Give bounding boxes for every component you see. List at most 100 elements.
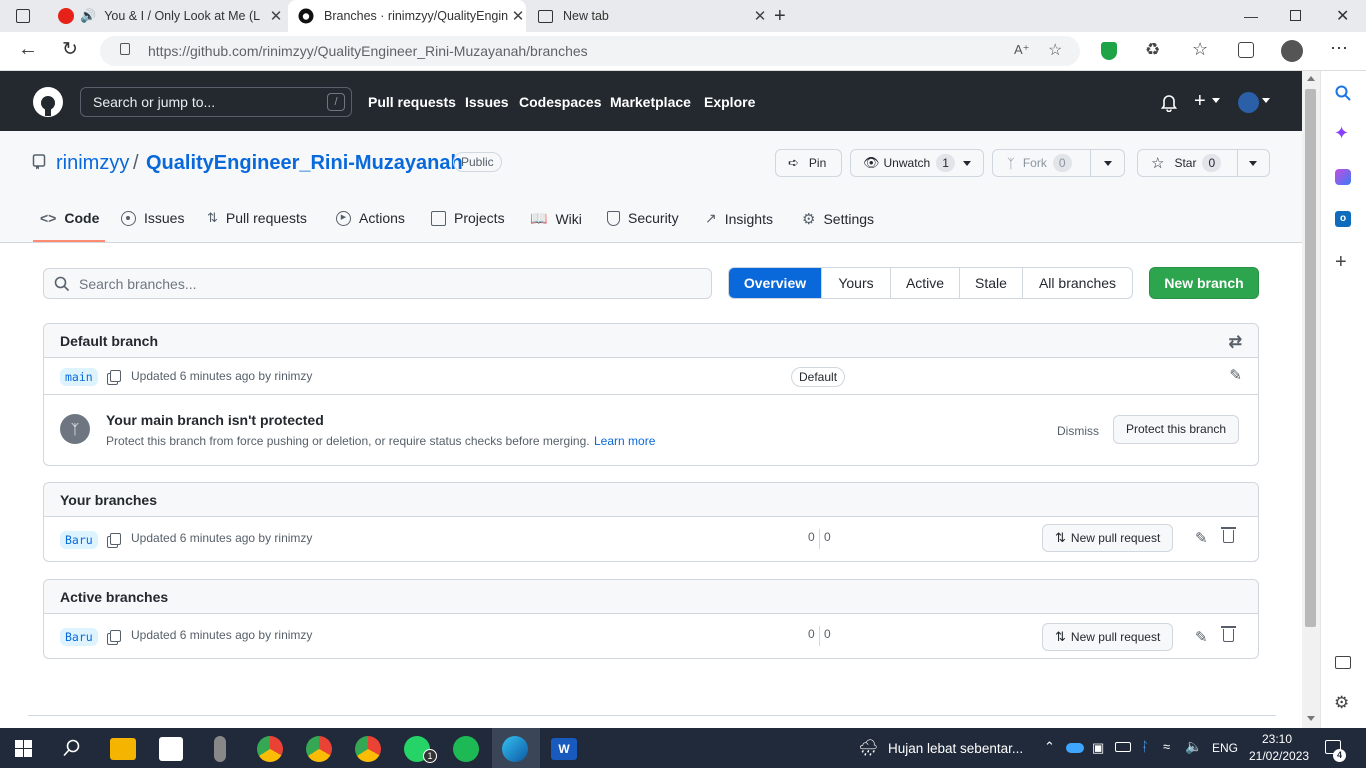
onedrive-icon[interactable] [1066,743,1084,753]
chevron-down-icon[interactable] [1249,161,1257,166]
pencil-icon[interactable]: ✎ [1195,628,1208,646]
new-branch-button[interactable]: New branch [1149,267,1259,299]
copy-icon[interactable] [110,370,121,382]
tab-music[interactable]: 🔊 You & I / Only Look at Me (L ✕ [52,0,284,32]
scroll-down-arrow-icon[interactable] [1307,716,1315,721]
word-icon[interactable]: W [551,738,577,760]
tab-wiki[interactable]: 📖 Wiki [530,210,582,227]
filter-yours[interactable]: Yours [821,268,890,298]
tab-new[interactable]: New tab ✕ [530,0,768,32]
microphone-app-icon[interactable] [214,736,226,762]
clock-date[interactable]: 21/02/2023 [1249,749,1309,763]
refresh-icon[interactable]: ↻ [62,38,78,61]
shield-extension-icon[interactable] [1101,42,1117,60]
favorite-add-icon[interactable]: ☆ [1048,40,1062,60]
star-button[interactable]: ☆ Star 0 [1137,149,1270,177]
office-icon[interactable] [1335,169,1351,185]
nav-marketplace[interactable]: Marketplace [610,94,691,110]
filter-overview[interactable]: Overview [729,268,821,298]
collections-icon[interactable] [1238,42,1254,58]
sidebar-toggle-icon[interactable] [1335,656,1351,669]
chrome-icon[interactable] [257,736,283,762]
bell-icon[interactable] [1161,94,1177,112]
repo-owner-link[interactable]: rinimzyy [56,152,129,175]
tab-settings[interactable]: ⚙ Settings [802,210,874,228]
dismiss-link[interactable]: Dismiss [1057,424,1099,438]
chrome-icon[interactable] [306,736,332,762]
windows-start-icon[interactable] [15,740,32,757]
bluetooth-icon[interactable]: ᛛ [1141,739,1149,754]
url-text[interactable]: https://github.com/rinimzyy/QualityEngin… [148,43,588,59]
store-icon[interactable] [159,737,183,761]
trash-icon[interactable] [1221,626,1236,642]
protect-branch-button[interactable]: Protect this branch [1113,415,1240,444]
branch-name-link[interactable]: main [60,368,98,386]
pencil-icon[interactable]: ✎ [1229,366,1242,384]
search-icon[interactable] [63,739,81,757]
new-pull-request-button[interactable]: ⇅ New pull request [1042,524,1174,552]
url-box[interactable]: https://github.com/rinimzyy/QualityEngin… [100,36,1080,66]
learn-more-link[interactable]: Learn more [594,434,655,448]
tab-branches[interactable]: Branches · rinimzyy/QualityEngin ✕ [288,0,526,32]
nav-pull-requests[interactable]: Pull requests [368,94,456,110]
tab-actions-icon[interactable] [16,9,30,23]
github-logo-icon[interactable] [32,86,64,118]
tab-issues[interactable]: Issues [121,210,184,226]
nav-codespaces[interactable]: Codespaces [519,94,601,110]
weather-text[interactable]: Hujan lebat sebentar... [888,741,1023,756]
extensions-icon[interactable]: ♻ [1145,40,1160,60]
tab-code[interactable]: <> Code [40,210,99,226]
tab-actions[interactable]: ▶ Actions [336,210,405,226]
copy-icon[interactable] [110,630,121,642]
battery-icon[interactable] [1115,742,1131,752]
filter-active[interactable]: Active [890,268,959,298]
branch-name-link[interactable]: Baru [60,628,98,646]
fork-button[interactable]: ᛉ Fork 0 [992,149,1125,177]
close-tab-icon[interactable]: ✕ [752,7,768,25]
branch-name-link[interactable]: Baru [60,531,98,549]
lock-icon[interactable] [120,43,130,55]
new-pull-request-button[interactable]: ⇅ New pull request [1042,623,1174,651]
switch-default-branch-icon[interactable]: ⇄ [1229,332,1242,352]
filter-stale[interactable]: Stale [959,268,1022,298]
chevron-down-icon[interactable] [1262,98,1270,103]
minimize-icon[interactable]: — [1244,8,1258,24]
global-search-input[interactable]: Search or jump to... / [80,87,352,117]
close-tab-icon[interactable]: ✕ [510,7,526,25]
pin-button[interactable]: ➪ Pin [775,149,842,177]
create-new-plus-icon[interactable]: + [1194,90,1206,113]
device-icon[interactable]: ▣ [1092,740,1104,756]
unwatch-button[interactable]: 👁 Unwatch 1 [850,149,984,177]
chevron-up-icon[interactable]: ⌃ [1044,739,1055,755]
wifi-icon[interactable]: ≈ [1163,739,1170,754]
pencil-icon[interactable]: ✎ [1195,529,1208,547]
sparkle-icon[interactable]: ✦ [1334,123,1349,144]
filter-all-branches[interactable]: All branches [1022,268,1132,298]
close-window-icon[interactable]: ✕ [1336,6,1349,26]
gear-icon[interactable]: ⚙ [1334,693,1349,713]
more-menu-icon[interactable]: ⋯ [1330,38,1348,59]
file-explorer-icon[interactable] [110,738,136,760]
scrollbar-thumb[interactable] [1305,89,1316,627]
profile-avatar[interactable] [1281,40,1303,62]
spotify-icon[interactable] [453,736,479,762]
user-avatar[interactable] [1238,92,1259,113]
close-tab-icon[interactable]: ✕ [268,7,284,25]
outlook-icon[interactable]: o [1335,211,1351,227]
restore-icon[interactable] [1290,10,1301,21]
branch-search-input[interactable]: Search branches... [43,268,712,299]
read-aloud-icon[interactable]: A⁺ [1014,42,1030,58]
page-scrollbar[interactable] [1302,71,1320,728]
language-indicator[interactable]: ENG [1212,741,1238,755]
favorites-icon[interactable]: ☆ [1192,39,1208,60]
search-icon[interactable] [1335,85,1351,101]
chrome-icon[interactable] [355,736,381,762]
repo-name-link[interactable]: QualityEngineer_Rini-Muzayanah [146,152,463,175]
chevron-down-icon[interactable] [1104,161,1112,166]
tab-projects[interactable]: Projects [431,210,505,226]
speaker-icon[interactable]: 🔊 [80,8,96,24]
new-tab-plus-icon[interactable]: + [774,5,786,28]
copy-icon[interactable] [110,533,121,545]
tab-security[interactable]: Security [607,210,679,226]
tab-insights[interactable]: ↗ Insights [705,210,773,227]
